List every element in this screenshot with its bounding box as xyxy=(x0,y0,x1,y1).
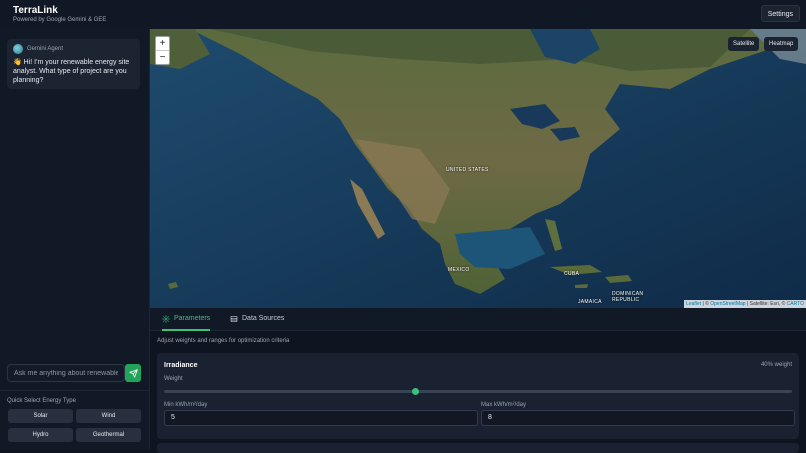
attribution-separator: | © xyxy=(701,301,711,307)
agent-message-text: 👋 Hi! I'm your renewable energy site ana… xyxy=(13,58,137,85)
wave-emoji: 👋 xyxy=(13,59,22,66)
max-label: Max kWh/m²/day xyxy=(481,402,527,408)
tab-parameters-label: Parameters xyxy=(174,315,211,322)
carto-link[interactable]: CARTO xyxy=(787,301,804,307)
map-label-dominican-republic: DOMINICAN REPUBLIC xyxy=(612,291,644,303)
parameters-description: Adjust weights and ranges for optimizati… xyxy=(157,338,290,344)
tab-data-sources-label: Data Sources xyxy=(242,315,285,322)
globe-icon xyxy=(13,44,23,54)
min-input[interactable] xyxy=(164,410,478,426)
agent-message-body: Hi! I'm your renewable energy site analy… xyxy=(13,59,130,84)
quick-select-label: Quick Select Energy Type xyxy=(7,398,76,404)
send-button[interactable] xyxy=(125,364,141,382)
gear-icon xyxy=(162,314,170,323)
map-label-united-states: UNITED STATES xyxy=(446,167,489,173)
criterion-name: Irradiance xyxy=(164,362,198,369)
agent-message: Gemini Agent 👋 Hi! I'm your renewable en… xyxy=(7,39,140,89)
energy-solar-button[interactable]: Solar xyxy=(8,409,73,423)
criterion-weight-text: 40% weight xyxy=(760,362,792,368)
app-title: TerraLink xyxy=(13,5,58,16)
layer-satellite-button[interactable]: Satellite xyxy=(728,37,760,51)
zoom-in-button[interactable]: + xyxy=(156,37,169,50)
weight-slider-handle[interactable] xyxy=(412,388,420,395)
criterion-card-irradiance: Irradiance 40% weight Weight Min kWh/m²/… xyxy=(157,353,799,439)
tab-parameters[interactable]: Parameters xyxy=(162,308,211,331)
sidebar-divider xyxy=(0,390,149,391)
app-header: TerraLink Powered by Google Gemini & GEE… xyxy=(0,0,806,30)
satellite-map[interactable]: UNITED STATES MEXICO CUBA JAMAICA DOMINI… xyxy=(150,29,806,308)
osm-link[interactable]: OpenStreetMap xyxy=(710,301,745,307)
max-input[interactable] xyxy=(481,410,795,426)
criterion-card-next xyxy=(157,443,799,453)
app-subtitle: Powered by Google Gemini & GEE xyxy=(13,17,107,23)
bottom-tabs: Parameters Data Sources xyxy=(150,308,806,331)
database-icon xyxy=(230,315,238,322)
settings-button[interactable]: Settings xyxy=(760,5,800,22)
agent-name: Gemini Agent xyxy=(27,46,64,52)
energy-hydro-button[interactable]: Hydro xyxy=(8,428,73,442)
tab-data-sources[interactable]: Data Sources xyxy=(230,308,284,329)
min-label: Min kWh/m²/day xyxy=(164,402,208,408)
parameters-panel: Adjust weights and ranges for optimizati… xyxy=(150,331,806,453)
map-label-jamaica: JAMAICA xyxy=(578,299,602,305)
chat-sidebar: Gemini Agent 👋 Hi! I'm your renewable en… xyxy=(0,29,150,450)
zoom-control: + − xyxy=(155,36,170,65)
leaflet-link[interactable]: Leaflet xyxy=(686,301,701,307)
map-label-cuba: CUBA xyxy=(564,271,580,277)
zoom-out-button[interactable]: − xyxy=(156,51,169,64)
chat-input[interactable] xyxy=(7,364,125,382)
energy-geothermal-button[interactable]: Geothermal xyxy=(76,428,141,442)
attribution-satellite-text: | Satellite: Esri, © xyxy=(745,301,787,307)
layer-heatmap-button[interactable]: Heatmap xyxy=(764,37,799,51)
energy-wind-button[interactable]: Wind xyxy=(76,409,141,423)
weight-slider-track[interactable] xyxy=(164,390,792,393)
weight-label: Weight xyxy=(164,376,183,382)
map-attribution: Leaflet | © OpenStreetMap | Satellite: E… xyxy=(684,300,806,308)
send-icon xyxy=(128,368,138,378)
map-label-mexico: MEXICO xyxy=(448,267,470,273)
